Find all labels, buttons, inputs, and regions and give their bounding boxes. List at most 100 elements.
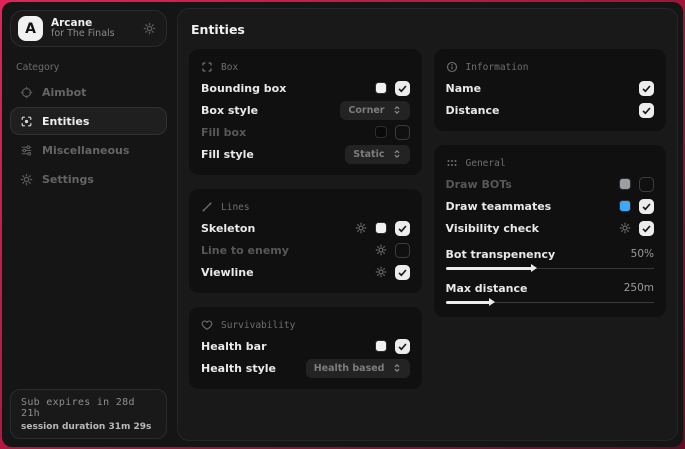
row-name: Name <box>446 77 655 99</box>
card-information: Information Name Distance <box>434 49 667 131</box>
bounding-box-checkbox[interactable] <box>395 81 410 96</box>
card-general-header: General <box>446 157 655 169</box>
gear-icon[interactable] <box>619 222 631 234</box>
check-icon <box>641 223 652 234</box>
dropdown-value: Health based <box>314 363 385 374</box>
max-distance-slider-block: Max distance 250m <box>446 279 655 307</box>
color-swatch[interactable] <box>375 340 387 352</box>
visibility-check-checkbox[interactable] <box>639 221 654 236</box>
color-swatch[interactable] <box>375 222 387 234</box>
card-survivability-header: Survivability <box>201 319 410 331</box>
row-label: Line to enemy <box>201 244 375 257</box>
bot-transparency-slider[interactable] <box>446 265 655 273</box>
sliders-icon <box>20 144 33 157</box>
name-checkbox[interactable] <box>639 81 654 96</box>
check-icon <box>641 83 652 94</box>
session-duration-text: session duration 31m 29s <box>21 422 156 432</box>
card-title: Information <box>466 62 529 73</box>
app-window: A Arcane for The Finals Category Aimbot … <box>2 2 683 447</box>
row-fill-box: Fill box <box>201 121 410 143</box>
chevron-up-down-icon <box>392 363 402 373</box>
subscription-status-card: Sub expires in 28d 21h session duration … <box>10 389 167 439</box>
draw-teammates-checkbox[interactable] <box>639 199 654 214</box>
slider-thumb[interactable] <box>489 298 495 306</box>
box-style-dropdown[interactable]: Corner <box>340 101 409 120</box>
card-information-header: Information <box>446 61 655 73</box>
row-skeleton: Skeleton <box>201 217 410 239</box>
chevron-up-down-icon <box>392 149 402 159</box>
row-label: Distance <box>446 104 640 117</box>
color-swatch[interactable] <box>375 126 387 138</box>
row-health-style: Health style Health based <box>201 357 410 379</box>
corner-brackets-icon <box>201 61 213 73</box>
gear-icon[interactable] <box>375 244 387 256</box>
sidebar-item-label: Entities <box>42 115 89 128</box>
gear-icon[interactable] <box>355 222 367 234</box>
slider-value: 50% <box>631 248 654 260</box>
row-bounding-box: Bounding box <box>201 77 410 99</box>
card-title: Lines <box>221 202 250 213</box>
bot-transparency-slider-block: Bot transpenency 50% <box>446 245 655 273</box>
row-label: Draw teammates <box>446 200 620 213</box>
app-identity: Arcane for The Finals <box>51 17 135 40</box>
color-swatch[interactable] <box>375 82 387 94</box>
fill-style-dropdown[interactable]: Static <box>345 145 409 164</box>
card-lines: Lines Skeleton Line to enemy <box>189 189 422 293</box>
draw-bots-checkbox[interactable] <box>639 177 654 192</box>
sidebar-item-label: Aimbot <box>42 86 86 99</box>
row-health-bar: Health bar <box>201 335 410 357</box>
row-line-to-enemy: Line to enemy <box>201 239 410 261</box>
sidebar-item-miscellaneous[interactable]: Miscellaneous <box>10 136 167 164</box>
sidebar-item-label: Settings <box>42 173 94 186</box>
skeleton-checkbox[interactable] <box>395 221 410 236</box>
sidebar-nav: Aimbot Entities Miscellaneous Settings <box>10 77 167 193</box>
page-title: Entities <box>189 20 666 37</box>
gear-icon[interactable] <box>375 266 387 278</box>
row-label: Visibility check <box>446 222 620 235</box>
grid-dots-icon <box>446 157 458 169</box>
logo-letter: A <box>25 21 36 37</box>
sidebar-item-label: Miscellaneous <box>42 144 129 157</box>
viewline-checkbox[interactable] <box>395 265 410 280</box>
scan-target-icon <box>20 115 33 128</box>
row-draw-teammates: Draw teammates <box>446 195 655 217</box>
line-to-enemy-checkbox[interactable] <box>395 243 410 258</box>
diagonal-line-icon <box>201 201 213 213</box>
main-panel: Entities Box Bounding box <box>177 8 678 441</box>
row-label: Name <box>446 82 640 95</box>
max-distance-slider[interactable] <box>446 299 655 307</box>
card-general: General Draw BOTs Draw teammates <box>434 145 667 317</box>
row-box-style: Box style Corner <box>201 99 410 121</box>
sidebar-item-entities[interactable]: Entities <box>10 107 167 135</box>
health-bar-checkbox[interactable] <box>395 339 410 354</box>
distance-checkbox[interactable] <box>639 103 654 118</box>
slider-label: Max distance <box>446 282 624 295</box>
row-label: Fill style <box>201 148 345 161</box>
slider-label: Bot transpenency <box>446 248 631 261</box>
sidebar-item-aimbot[interactable]: Aimbot <box>10 78 167 106</box>
card-survivability: Survivability Health bar Health style <box>189 307 422 389</box>
row-distance: Distance <box>446 99 655 121</box>
sub-expiry-text: Sub expires in 28d 21h <box>21 397 156 419</box>
color-swatch[interactable] <box>619 200 631 212</box>
card-title: Box <box>221 62 238 73</box>
card-lines-header: Lines <box>201 201 410 213</box>
sidebar: A Arcane for The Finals Category Aimbot … <box>2 2 175 447</box>
slider-value: 250m <box>624 282 654 294</box>
gear-icon <box>20 173 33 186</box>
settings-gear-icon[interactable] <box>143 22 156 35</box>
fill-box-checkbox[interactable] <box>395 125 410 140</box>
row-label: Fill box <box>201 126 375 139</box>
info-circle-icon <box>446 61 458 73</box>
row-label: Draw BOTs <box>446 178 620 191</box>
color-swatch[interactable] <box>619 178 631 190</box>
dropdown-value: Corner <box>348 105 384 116</box>
row-fill-style: Fill style Static <box>201 143 410 165</box>
check-icon <box>641 201 652 212</box>
sidebar-item-settings[interactable]: Settings <box>10 165 167 193</box>
category-label: Category <box>16 62 167 73</box>
row-label: Health bar <box>201 340 375 353</box>
row-label: Bounding box <box>201 82 375 95</box>
slider-thumb[interactable] <box>531 264 537 272</box>
health-style-dropdown[interactable]: Health based <box>306 359 410 378</box>
